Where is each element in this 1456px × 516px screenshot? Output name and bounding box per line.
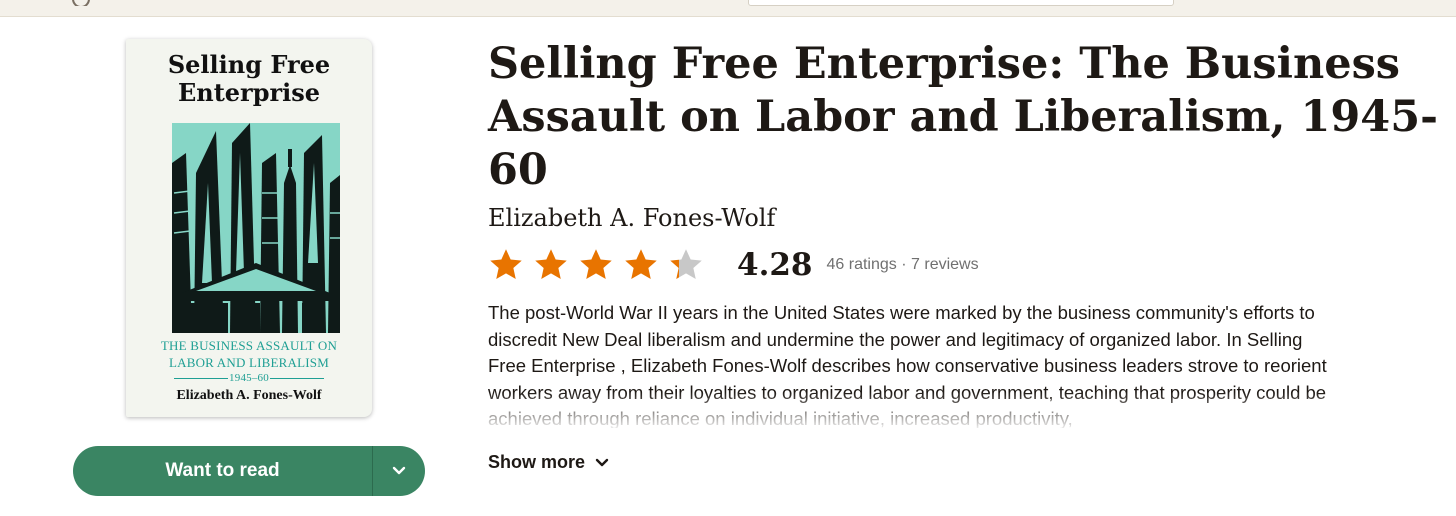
star-icon [580,249,612,279]
cover-illustration [172,123,340,333]
chevron-down-icon [392,466,406,475]
reviews-count[interactable]: 7 reviews [911,256,979,273]
rating-stars [488,247,713,283]
star-icon [670,249,702,279]
logo-icon[interactable] [72,0,92,6]
cover-rule-right [270,378,324,379]
cover-title: Selling Free Enterprise [167,50,331,107]
book-cover[interactable]: Selling Free Enterprise THE BUSINESS ASS… [126,39,372,417]
ratings-and-reviews[interactable]: 46 ratings · 7 reviews [827,256,979,274]
cover-author: Elizabeth A. Fones-Wolf [176,388,322,403]
book-title: Selling Free Enterprise: The Business As… [488,39,1438,195]
average-rating: 4.28 [737,247,813,283]
star-icon [625,249,657,279]
search-input[interactable] [748,0,1174,6]
shelf-dropdown-button[interactable] [373,446,425,496]
show-more-button[interactable]: Show more [488,452,609,473]
meta-separator: · [901,256,907,273]
star-icon [535,249,567,279]
star-icon [490,249,522,279]
want-to-read-button[interactable]: Want to read [73,446,373,496]
cover-subtitle: THE BUSINESS ASSAULT ON LABOR AND LIBERA… [160,338,338,384]
chevron-down-icon [595,458,609,466]
top-nav-bar [0,0,1456,17]
cover-rule-left [174,378,228,379]
rating-summary: 4.28 46 ratings · 7 reviews [488,245,979,285]
description-fade [488,392,1328,428]
author-link[interactable]: Elizabeth A. Fones-Wolf [488,204,775,232]
show-more-label: Show more [488,452,586,472]
want-to-read-button-group: Want to read [73,446,425,496]
ratings-count[interactable]: 46 ratings [827,256,897,273]
